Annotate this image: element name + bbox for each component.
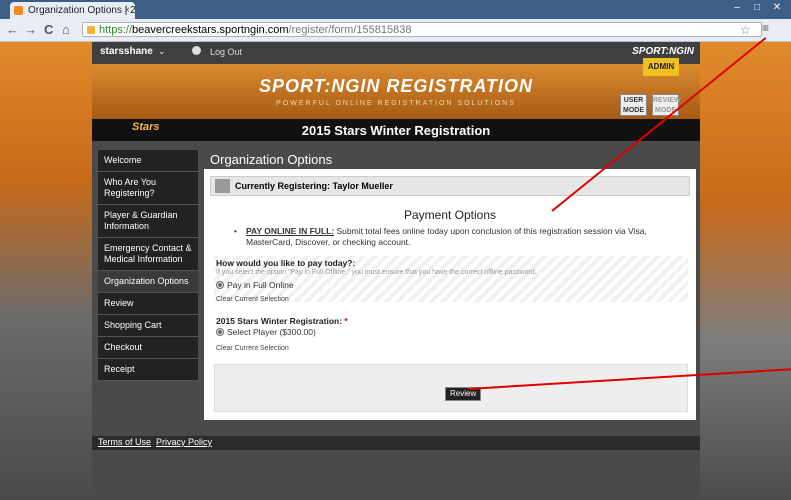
clear-selection-link-2[interactable]: Clear Current Selection xyxy=(216,345,289,352)
avatar xyxy=(215,179,230,193)
registration-title: 2015 Stars Winter Registration xyxy=(301,123,491,138)
forward-icon[interactable]: → xyxy=(24,22,37,37)
tab-close-icon[interactable]: × xyxy=(124,2,130,19)
sportngin-logo-small: SPORT:NGIN xyxy=(632,46,694,57)
sidebar-item-checkout[interactable]: Checkout xyxy=(98,337,198,359)
currently-registering-bar: Currently Registering: Taylor Mueller xyxy=(210,176,690,196)
sidebar-item-receipt[interactable]: Receipt xyxy=(98,359,198,381)
sidebar-item-shopping-cart[interactable]: Shopping Cart xyxy=(98,315,198,337)
reload-icon[interactable]: C xyxy=(44,22,53,37)
browser-tab-bar: Organization Options | 20 × – □ ✕ xyxy=(0,0,791,19)
currently-registering-text: Currently Registering: Taylor Mueller xyxy=(235,181,393,191)
close-window-icon[interactable]: ✕ xyxy=(767,2,787,13)
review-action-box: Review xyxy=(214,364,688,412)
payment-option-description: • PAY ONLINE IN FULL: Submit total fees … xyxy=(234,226,686,248)
offline-password-note: If you select the option "Pay in Full Of… xyxy=(216,269,537,276)
radio-selected-icon[interactable] xyxy=(216,328,224,336)
tab-title: Organization Options | 20 xyxy=(28,5,135,16)
registration-steps-sidebar: Welcome Who Are You Registering? Player … xyxy=(98,150,198,381)
lock-icon xyxy=(87,26,95,34)
url-scheme: https:// xyxy=(99,24,133,36)
browser-tab[interactable]: Organization Options | 20 × xyxy=(10,2,135,19)
sidebar-item-welcome[interactable]: Welcome xyxy=(98,150,198,172)
bullet-icon: • xyxy=(234,226,237,236)
user-mode-button[interactable]: USER MODE xyxy=(620,94,647,116)
home-icon[interactable]: ⌂ xyxy=(62,22,70,37)
registration-title-bar: Stars 2015 Stars Winter Registration xyxy=(92,119,700,141)
pay-full-online-label: Pay in Full Online xyxy=(227,280,294,290)
admin-badge: ADMIN xyxy=(643,58,679,76)
chevron-down-icon[interactable]: ⌄ xyxy=(158,46,166,57)
terms-of-use-link[interactable]: Terms of Use xyxy=(98,437,151,447)
privacy-policy-link[interactable]: Privacy Policy xyxy=(156,437,212,447)
url-host: beavercreekstars.sportngin.com xyxy=(132,24,289,36)
admin-top-strip: starsshane ⌄ Log Out SPORT:NGIN xyxy=(92,42,700,64)
globe-icon xyxy=(192,46,201,55)
minimize-icon[interactable]: – xyxy=(727,2,747,13)
sidebar-item-emergency-contact[interactable]: Emergency Contact & Medical Information xyxy=(98,238,198,271)
sidebar-item-who-are-you[interactable]: Who Are You Registering? xyxy=(98,172,198,205)
pay-online-label: PAY ONLINE IN FULL: xyxy=(246,226,335,236)
select-player-option[interactable]: Select Player ($300.00) xyxy=(216,327,316,337)
required-mark: * xyxy=(344,316,348,326)
menu-icon[interactable]: ≡ xyxy=(762,21,769,35)
registration-item-label: 2015 Stars Winter Registration: * xyxy=(216,316,348,326)
favicon-icon xyxy=(14,6,23,15)
bookmark-star-icon[interactable]: ☆ xyxy=(740,23,751,37)
window-controls: – □ ✕ xyxy=(727,2,787,13)
sidebar-item-player-guardian[interactable]: Player & Guardian Information xyxy=(98,205,198,238)
clear-selection-link-1[interactable]: Clear Current Selection xyxy=(216,296,289,303)
payment-question-label: How would you like to pay today?: xyxy=(216,258,356,268)
maximize-icon[interactable]: □ xyxy=(747,2,767,13)
registration-item-text: 2015 Stars Winter Registration: xyxy=(216,316,343,326)
registration-banner: SPORT:NGIN REGISTRATION POWERFUL ONLINE … xyxy=(92,64,700,119)
banner-subtitle: POWERFUL ONLINE REGISTRATION SOLUTIONS xyxy=(276,100,516,107)
banner-title: SPORT:NGIN REGISTRATION xyxy=(258,76,533,96)
logout-link[interactable]: Log Out xyxy=(210,47,242,57)
background-photo-left xyxy=(0,42,92,500)
footer-bar: Terms of Use Privacy Policy xyxy=(92,436,700,450)
address-bar: ← → C ⌂ https://beavercreekstars.sportng… xyxy=(0,19,791,42)
url-input[interactable]: https://beavercreekstars.sportngin.com/r… xyxy=(82,22,762,37)
select-player-label: Select Player ($300.00) xyxy=(227,327,316,337)
sidebar-item-organization-options[interactable]: Organization Options xyxy=(98,271,198,293)
background-photo-right xyxy=(700,42,791,500)
url-path: /register/form/155815838 xyxy=(288,24,412,36)
username-menu[interactable]: starsshane xyxy=(100,46,153,57)
pay-full-online-option[interactable]: Pay in Full Online xyxy=(216,280,294,290)
back-icon[interactable]: ← xyxy=(6,22,19,37)
payment-options-heading: Payment Options xyxy=(403,208,497,222)
sidebar-item-review[interactable]: Review xyxy=(98,293,198,315)
radio-selected-icon[interactable] xyxy=(216,281,224,289)
